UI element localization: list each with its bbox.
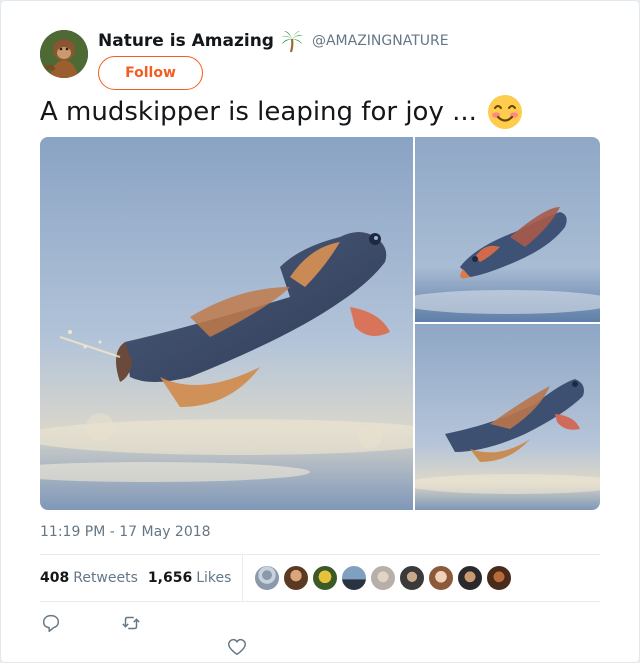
tweet-card: Nature is Amazing @AMAZINGNATURE Follow … <box>0 0 640 663</box>
tweet-body: A mudskipper is leaping for joy ... <box>40 97 477 127</box>
liker-avatar[interactable] <box>486 565 512 591</box>
like-icon[interactable] <box>226 636 248 658</box>
liker-avatar[interactable] <box>312 565 338 591</box>
palm-tree-icon <box>280 29 304 53</box>
mudskipper-photo-top-right[interactable] <box>415 137 600 322</box>
liker-avatar[interactable] <box>399 565 425 591</box>
author-handle[interactable]: @AMAZINGNATURE <box>312 33 449 49</box>
mudskipper-photo-bottom-right[interactable] <box>415 324 600 510</box>
tweet-actions <box>40 612 600 662</box>
author-name-row: Nature is Amazing @AMAZINGNATURE <box>98 29 449 53</box>
liker-avatar[interactable] <box>370 565 396 591</box>
likes-stat[interactable]: 1,656 Likes <box>148 570 232 586</box>
tweet-timestamp[interactable]: 11:19 PM - 17 May 2018 <box>40 522 211 542</box>
follow-button[interactable]: Follow <box>98 56 203 90</box>
retweets-stat[interactable]: 408 Retweets <box>40 570 138 586</box>
reply-icon[interactable] <box>40 612 62 634</box>
author-display-name[interactable]: Nature is Amazing <box>98 31 274 51</box>
tweet-stats: 408 Retweets 1,656 Likes <box>40 555 231 601</box>
tweet-text: A mudskipper is leaping for joy ... <box>40 92 523 132</box>
liker-avatars <box>254 565 515 591</box>
divider-bottom <box>40 601 600 602</box>
author-avatar[interactable] <box>40 30 88 78</box>
liker-avatar[interactable] <box>457 565 483 591</box>
likes-label: Likes <box>196 570 232 586</box>
liker-avatar[interactable] <box>341 565 367 591</box>
liker-avatar[interactable] <box>254 565 280 591</box>
retweet-icon[interactable] <box>120 612 142 634</box>
tweet-media-grid <box>40 137 600 510</box>
liker-avatar[interactable] <box>283 565 309 591</box>
stats-separator <box>242 555 243 601</box>
retweets-count: 408 <box>40 570 70 586</box>
mudskipper-photo-main[interactable] <box>40 137 413 510</box>
liker-avatar[interactable] <box>428 565 454 591</box>
smiling-face-icon <box>487 94 523 130</box>
likes-count: 1,656 <box>147 570 193 586</box>
retweets-label: Retweets <box>73 570 138 586</box>
